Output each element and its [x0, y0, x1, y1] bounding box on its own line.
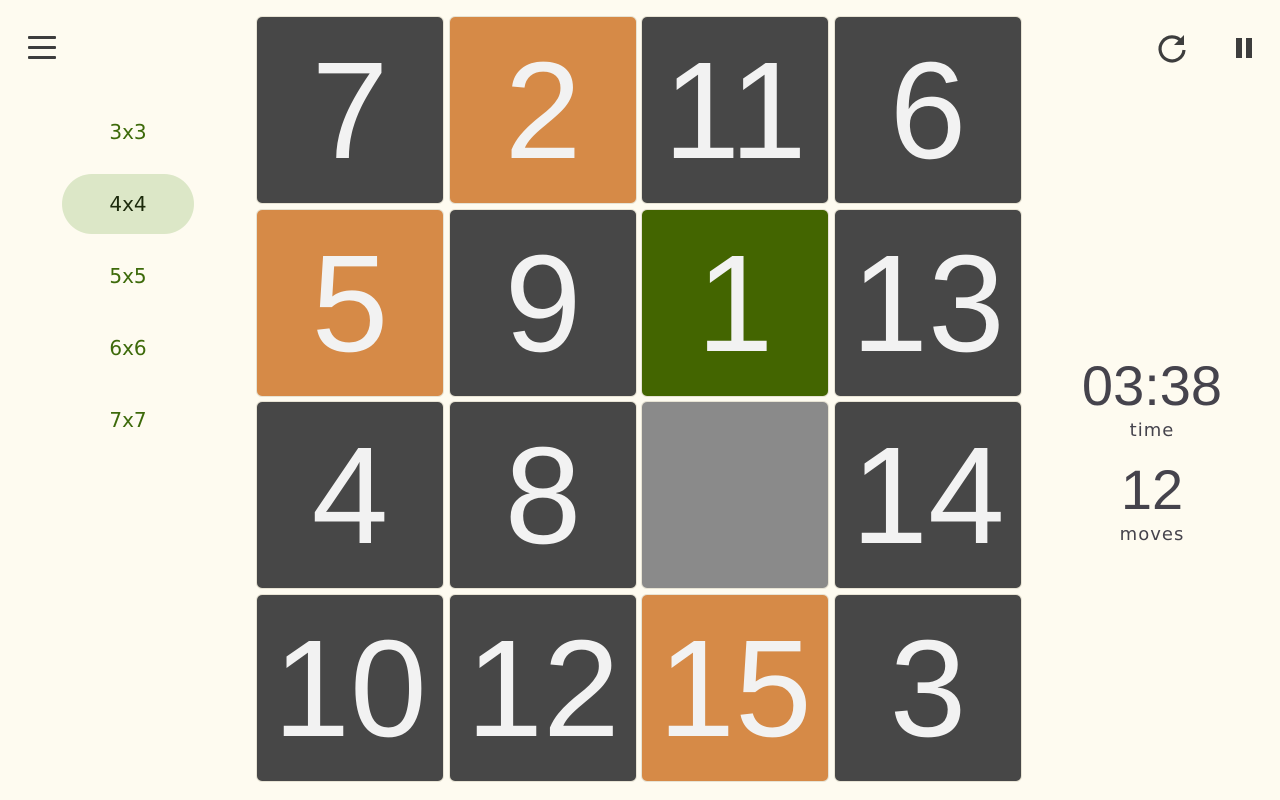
size-option-4x4[interactable]: 4x4	[62, 174, 194, 234]
restart-button[interactable]	[1150, 26, 1194, 70]
puzzle-board: 7 2 11 6 5 9 1 13 4 8 14 10 12 15 3	[255, 15, 1025, 785]
tile[interactable]: 15	[641, 594, 829, 782]
size-option-7x7[interactable]: 7x7	[62, 390, 194, 450]
moves-value: 12	[1120, 458, 1184, 521]
tile[interactable]: 8	[449, 401, 637, 589]
pause-button[interactable]	[1222, 26, 1266, 70]
tile[interactable]: 11	[641, 16, 829, 204]
tile[interactable]: 2	[449, 16, 637, 204]
tile[interactable]: 3	[834, 594, 1022, 782]
empty-slot[interactable]	[641, 401, 829, 589]
timer-label: time	[1129, 420, 1175, 441]
size-option-5x5[interactable]: 5x5	[62, 246, 194, 306]
tile[interactable]: 10	[256, 594, 444, 782]
tile[interactable]: 13	[834, 209, 1022, 397]
moves-label: moves	[1119, 524, 1185, 545]
restart-icon	[1158, 35, 1186, 63]
menu-button[interactable]	[20, 26, 64, 70]
game-stats: 03:38 time 12 moves	[1072, 352, 1232, 560]
tile[interactable]: 4	[256, 401, 444, 589]
board-size-list: 3x3 4x4 5x5 6x6 7x7	[62, 102, 194, 462]
puzzle-app: 3x3 4x4 5x5 6x6 7x7 7 2 11 6 5 9 1 13 4 8 14 10 12 15…	[0, 0, 1280, 800]
tile[interactable]: 14	[834, 401, 1022, 589]
tile[interactable]: 5	[256, 209, 444, 397]
size-option-3x3[interactable]: 3x3	[62, 102, 194, 162]
tile[interactable]: 12	[449, 594, 637, 782]
tile[interactable]: 6	[834, 16, 1022, 204]
size-option-6x6[interactable]: 6x6	[62, 318, 194, 378]
timer-value: 03:38	[1081, 354, 1223, 417]
tile[interactable]: 1	[641, 209, 829, 397]
tile[interactable]: 9	[449, 209, 637, 397]
tile[interactable]: 7	[256, 16, 444, 204]
